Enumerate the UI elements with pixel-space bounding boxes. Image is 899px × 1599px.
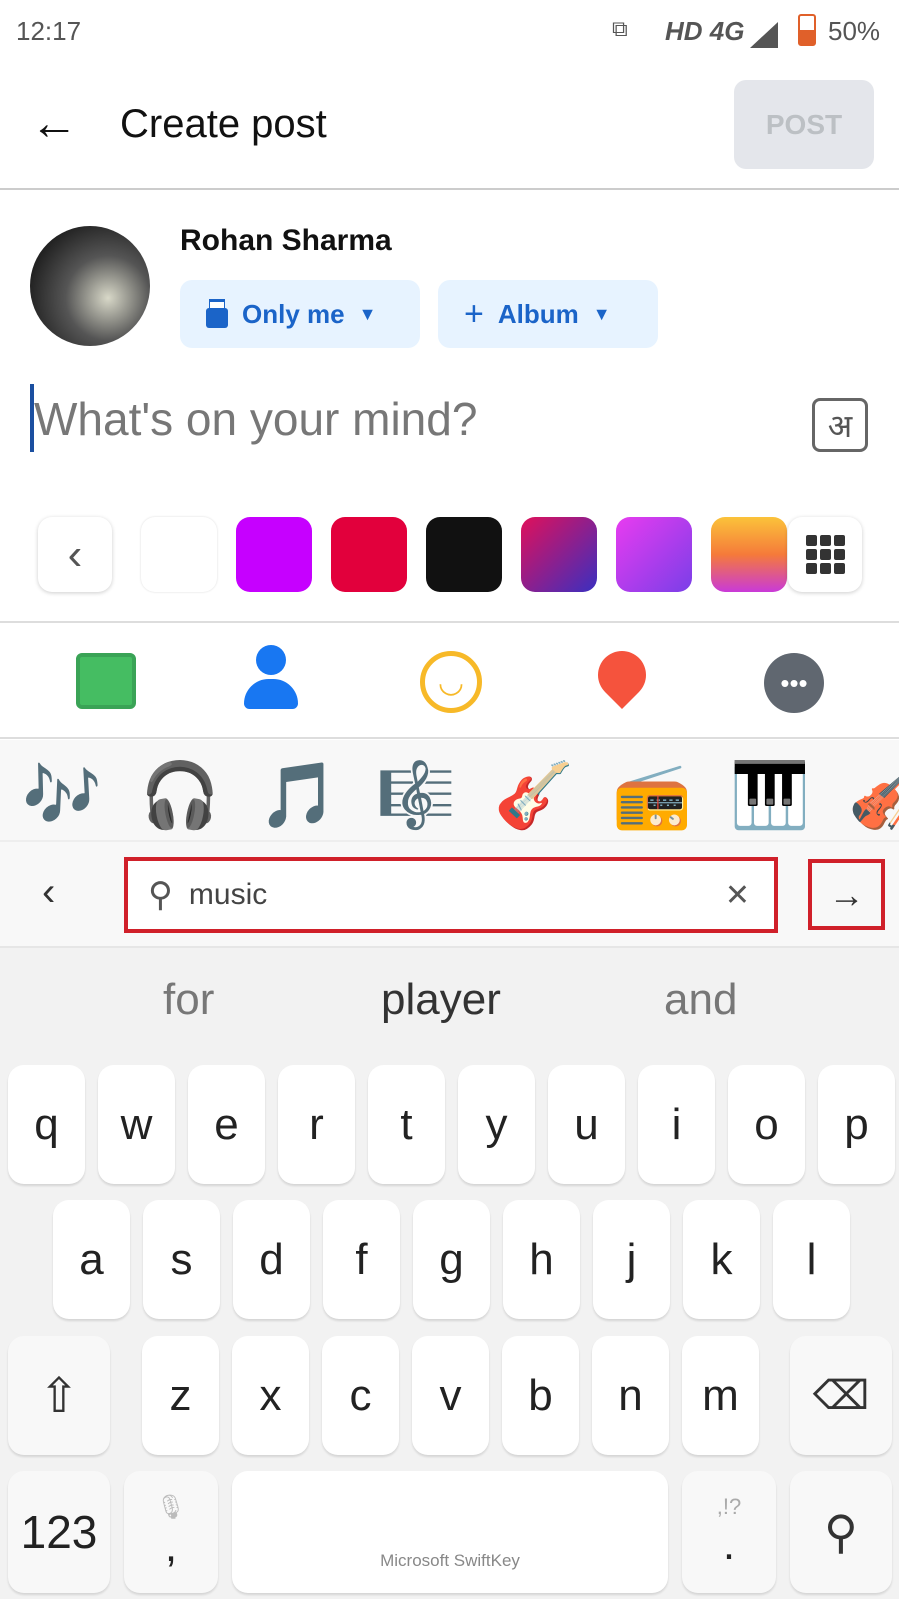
caret-down-icon: ▼ [592, 303, 611, 324]
clock: 12:17 [16, 16, 82, 46]
search-key[interactable]: ⚲ [790, 1471, 892, 1593]
search-icon: ⚲ [824, 1506, 858, 1558]
search-icon: ⚲ [148, 876, 173, 914]
album-label: Album [497, 298, 579, 329]
emoji-result[interactable]: 🎵 [258, 758, 338, 833]
key-q[interactable]: q [8, 1065, 85, 1184]
key-t[interactable]: t [368, 1065, 445, 1184]
background-swatch[interactable] [236, 517, 312, 592]
key-u[interactable]: u [548, 1065, 625, 1184]
back-arrow-icon[interactable]: ← [30, 100, 78, 148]
key-y[interactable]: y [458, 1065, 535, 1184]
emoji-result[interactable]: 🎹 [730, 758, 810, 833]
status-bar: 12:17 ⧉ HD 4G 50% [0, 0, 899, 62]
check-in-icon[interactable] [588, 641, 656, 709]
period-label: . [722, 1520, 736, 1569]
emoji-result[interactable]: 🎧 [140, 758, 220, 833]
album-button[interactable]: + Album ▼ [438, 280, 658, 348]
comma-key[interactable]: 🎙 , [124, 1471, 218, 1593]
action-bar: ◡ ••• [0, 621, 899, 739]
emoji-result[interactable]: 🎻 [848, 758, 899, 833]
battery-icon [798, 14, 816, 46]
go-arrow-button[interactable]: → [808, 859, 885, 930]
tag-people-icon[interactable] [244, 645, 298, 709]
key-d[interactable]: d [233, 1200, 310, 1319]
key-m[interactable]: m [682, 1336, 759, 1455]
key-j[interactable]: j [593, 1200, 670, 1319]
key-i[interactable]: i [638, 1065, 715, 1184]
avatar[interactable] [30, 226, 150, 346]
transliterate-button[interactable]: अ [812, 398, 868, 452]
key-a[interactable]: a [53, 1200, 130, 1319]
collapse-backgrounds-button[interactable]: ‹ [38, 517, 112, 592]
backspace-icon: ⌫ [812, 1373, 870, 1418]
key-r[interactable]: r [278, 1065, 355, 1184]
privacy-button[interactable]: Only me ▼ [180, 280, 420, 348]
comma-label: , [164, 1521, 178, 1571]
battery-percent: 50% [828, 16, 881, 46]
page-title: Create post [120, 102, 327, 146]
background-swatch[interactable] [521, 517, 597, 592]
key-f[interactable]: f [323, 1200, 400, 1319]
shift-key[interactable]: ⇧ [8, 1336, 110, 1455]
emoji-result[interactable]: 📻 [612, 758, 692, 833]
key-l[interactable]: l [773, 1200, 850, 1319]
background-swatch[interactable] [331, 517, 407, 592]
backspace-key[interactable]: ⌫ [790, 1336, 892, 1455]
cast-icon: ⧉ [612, 16, 628, 41]
emoji-search-input[interactable]: ⚲ music ✕ [124, 857, 778, 933]
microphone-icon: 🎙 [155, 1493, 187, 1521]
key-z[interactable]: z [142, 1336, 219, 1455]
key-n[interactable]: n [592, 1336, 669, 1455]
key-o[interactable]: o [728, 1065, 805, 1184]
search-query: music [188, 878, 268, 911]
more-icon[interactable]: ••• [764, 653, 824, 713]
space-key[interactable]: Microsoft SwiftKey [232, 1471, 668, 1593]
suggestion[interactable]: for [163, 975, 214, 1025]
background-swatch[interactable] [711, 517, 787, 592]
emoji-result[interactable]: 🎼 [376, 758, 456, 833]
numbers-key[interactable]: 123 [8, 1471, 110, 1593]
key-b[interactable]: b [502, 1336, 579, 1455]
emoji-result[interactable]: 🎸 [494, 758, 574, 833]
divider [0, 188, 899, 190]
user-name: Rohan Sharma [180, 224, 392, 257]
key-k[interactable]: k [683, 1200, 760, 1319]
plus-icon: + [464, 294, 484, 333]
key-x[interactable]: x [232, 1336, 309, 1455]
photo-icon[interactable] [76, 653, 136, 709]
key-v[interactable]: v [412, 1336, 489, 1455]
key-w[interactable]: w [98, 1065, 175, 1184]
post-text-input[interactable]: What's on your mind? [34, 392, 477, 446]
grid-icon[interactable] [788, 517, 862, 592]
key-h[interactable]: h [503, 1200, 580, 1319]
feeling-icon[interactable]: ◡ [420, 651, 482, 713]
clear-icon[interactable]: ✕ [725, 878, 750, 913]
emoji-result[interactable]: 🎶 [22, 758, 102, 833]
background-swatch[interactable] [426, 517, 502, 592]
punctuation-hint: ,!? [716, 1494, 742, 1519]
suggestion[interactable]: player [381, 975, 501, 1025]
key-p[interactable]: p [818, 1065, 895, 1184]
period-key[interactable]: ,!? . [682, 1471, 776, 1593]
key-e[interactable]: e [188, 1065, 265, 1184]
post-button[interactable]: POST [734, 80, 874, 169]
signal-icon [750, 22, 778, 48]
shift-icon: ⇧ [38, 1369, 80, 1423]
back-chevron-icon[interactable]: ‹ [42, 870, 55, 915]
privacy-label: Only me [242, 298, 345, 329]
key-g[interactable]: g [413, 1200, 490, 1319]
network-label: HD 4G [665, 16, 745, 46]
background-swatch[interactable] [141, 517, 217, 592]
key-s[interactable]: s [143, 1200, 220, 1319]
suggestion[interactable]: and [664, 975, 737, 1025]
key-c[interactable]: c [322, 1336, 399, 1455]
caret-down-icon: ▼ [358, 303, 377, 324]
background-swatch[interactable] [616, 517, 692, 592]
lock-icon [206, 308, 228, 328]
